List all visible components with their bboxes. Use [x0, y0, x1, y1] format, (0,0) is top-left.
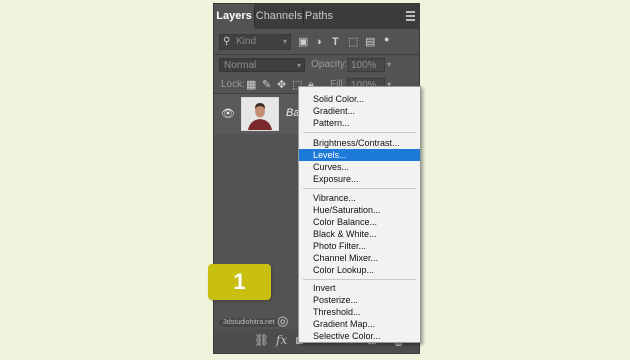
tab-channels[interactable]: Channels [255, 4, 303, 29]
lock-paint-icon[interactable]: ✎ [262, 79, 271, 91]
menu-separator [303, 279, 416, 280]
filter-kind-label: Kind [236, 36, 257, 47]
menu-separator [303, 132, 416, 133]
tab-layers[interactable]: Layers [214, 4, 254, 29]
portrait-thumbnail-icon [242, 98, 278, 130]
pixel-filter-icon[interactable]: ▣ [298, 36, 308, 48]
menu-separator [303, 188, 416, 189]
eye-icon[interactable]: 👁︎ [221, 107, 235, 120]
lock-label: Lock: [221, 79, 245, 90]
lock-move-icon[interactable]: ✥ [277, 79, 286, 91]
shape-filter-icon[interactable]: ⬚ [348, 36, 358, 48]
type-filter-icon[interactable]: T [332, 36, 339, 48]
menu-item-posterize[interactable]: Posterize... [299, 294, 420, 306]
menu-item-channel-mixer[interactable]: Channel Mixer... [299, 252, 420, 264]
tab-paths[interactable]: Paths [304, 4, 334, 29]
menu-item-vibrance[interactable]: Vibrance... [299, 192, 420, 204]
menu-item-gradient-map[interactable]: Gradient Map... [299, 318, 420, 330]
menu-item-curves[interactable]: Curves... [299, 161, 420, 173]
menu-item-selective-color[interactable]: Selective Color... [299, 330, 420, 342]
menu-item-exposure[interactable]: Exposure... [299, 173, 420, 185]
adjustment-filter-icon[interactable]: ◑ [315, 36, 322, 48]
menu-item-color-balance[interactable]: Color Balance... [299, 216, 420, 228]
menu-item-color-lookup[interactable]: Color Lookup... [299, 264, 420, 276]
smart-object-filter-icon[interactable]: ▤ [365, 36, 375, 48]
adjustment-layer-menu: Solid Color... Gradient... Pattern... Br… [298, 86, 421, 343]
opacity-label: Opacity: [311, 59, 348, 70]
chevron-down-icon[interactable]: ▾ [387, 58, 391, 72]
filter-toggle-icon[interactable]: ● [384, 33, 389, 45]
lock-transparent-icon[interactable]: ▦ [246, 79, 256, 91]
menu-item-hue-saturation[interactable]: Hue/Saturation... [299, 204, 420, 216]
panel-tab-bar: Layers Channels Paths [214, 4, 419, 29]
opacity-input[interactable]: 100% [347, 58, 385, 72]
blend-row: Normal ▾ Opacity: 100% ▾ [214, 55, 419, 75]
layer-thumbnail [241, 97, 279, 131]
filter-kind-select[interactable]: ⚲ Kind ▾ [219, 34, 291, 50]
filter-row: ⚲ Kind ▾ ▣ ◑ T ⬚ ▤ ● [214, 29, 419, 54]
menu-item-levels[interactable]: Levels... [299, 149, 420, 161]
chevron-down-icon: ▾ [296, 61, 301, 70]
search-icon: ⚲ [223, 36, 231, 47]
blend-mode-value: Normal [224, 60, 257, 71]
watermark: 3dstudiohitra.net [219, 318, 279, 327]
blend-mode-select[interactable]: Normal ▾ [219, 58, 305, 72]
menu-item-threshold[interactable]: Threshold... [299, 306, 420, 318]
panel-menu-icon[interactable] [406, 11, 415, 21]
menu-item-brightness-contrast[interactable]: Brightness/Contrast... [299, 137, 420, 149]
menu-item-black-white[interactable]: Black & White... [299, 228, 420, 240]
menu-item-solid-color[interactable]: Solid Color... [299, 93, 420, 105]
step-number-badge: 1 [208, 264, 271, 300]
menu-item-gradient[interactable]: Gradient... [299, 105, 420, 117]
fx-icon[interactable]: fx [276, 333, 287, 347]
link-icon[interactable]: ⛓︎ [254, 333, 269, 347]
watermark-logo-icon: ◎ [277, 313, 289, 328]
menu-item-invert[interactable]: Invert [299, 282, 420, 294]
menu-item-pattern[interactable]: Pattern... [299, 117, 420, 129]
menu-item-photo-filter[interactable]: Photo Filter... [299, 240, 420, 252]
chevron-down-icon: ▾ [282, 37, 287, 46]
